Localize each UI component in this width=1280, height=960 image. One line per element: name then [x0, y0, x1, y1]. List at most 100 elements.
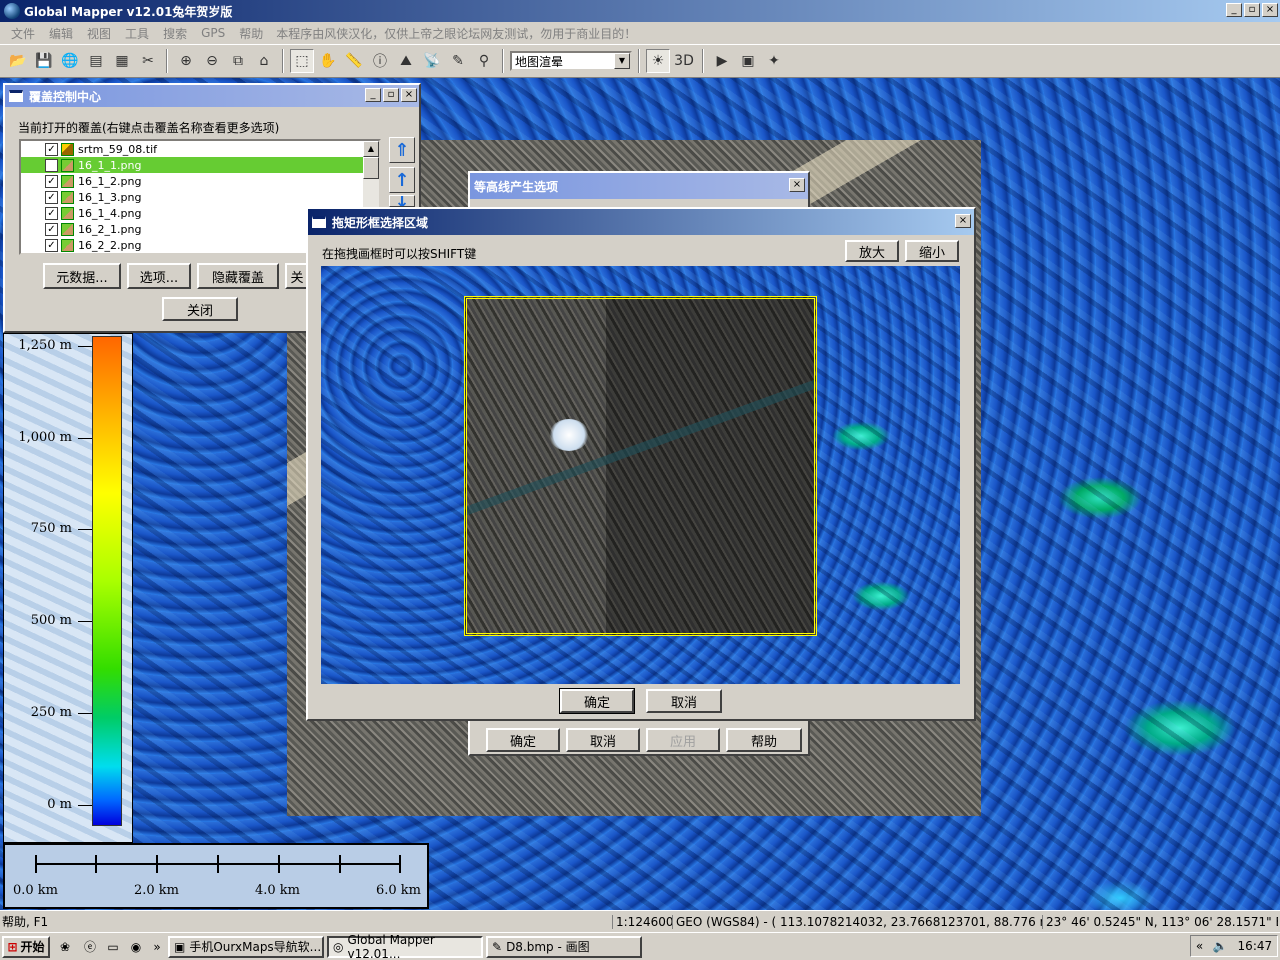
checkbox[interactable]: ✓ — [45, 142, 58, 156]
save-icon[interactable]: 💾 — [32, 49, 56, 73]
menu-search[interactable]: 搜索 — [156, 25, 194, 42]
selection-rectangle[interactable] — [464, 296, 817, 636]
shader-icon[interactable]: ☀ — [646, 49, 670, 73]
task-button[interactable]: ▣ 手机OurxMaps导航软... — [168, 935, 324, 958]
menu-view[interactable]: 视图 — [80, 25, 118, 42]
move-layer-down-icon[interactable]: ↓ — [389, 195, 415, 207]
layer-row[interactable]: ✓ 16_1_2.png — [21, 173, 379, 189]
start-button[interactable]: ⊞ 开始 — [2, 935, 50, 958]
config-icon[interactable]: ▦ — [110, 49, 134, 73]
start-label: 开始 — [20, 940, 45, 954]
legend-tick — [78, 438, 92, 439]
checkbox[interactable]: ✓ — [45, 238, 58, 252]
open-folder-icon[interactable]: 📂 — [6, 49, 30, 73]
scroll-up-icon[interactable]: ▲ — [363, 141, 379, 157]
legend-label: 500 m — [30, 613, 72, 628]
feature-info-icon[interactable]: ⓘ — [368, 49, 392, 73]
zoom-out-button[interactable]: 缩小 — [905, 240, 959, 262]
close-button[interactable]: × — [1262, 3, 1278, 17]
dialog-ok-button[interactable]: 确定 — [559, 688, 635, 714]
volume-icon[interactable]: 🔈 — [1213, 939, 1228, 953]
layer-row[interactable]: ✓ 16_1_1.png — [21, 157, 379, 173]
panel-close-button[interactable]: × — [401, 88, 417, 102]
panel-restore-button[interactable]: ▫ — [383, 88, 399, 102]
home-icon[interactable]: ⌂ — [252, 49, 276, 73]
contour-title-bar[interactable]: 等高线产生选项 — [470, 173, 808, 199]
overlay-control-icon[interactable]: ▤ — [84, 49, 108, 73]
contour-help-button[interactable]: 帮助 — [726, 728, 802, 752]
contour-close-button[interactable]: × — [789, 178, 805, 192]
layer-row[interactable]: ✓ srtm_59_08.tif — [21, 141, 379, 157]
scroll-thumb[interactable] — [363, 157, 379, 179]
quicklaunch-icon[interactable]: ❀ — [53, 940, 77, 954]
task-button[interactable]: ✎ D8.bmp - 画图 — [486, 935, 642, 958]
cloud-patch — [549, 419, 589, 451]
3d-view-icon[interactable]: 3D — [672, 49, 696, 73]
gps-start-icon[interactable]: ▶ — [710, 49, 734, 73]
select-tool-icon[interactable]: ⬚ — [290, 49, 314, 73]
media-icon[interactable]: ◉ — [126, 940, 146, 954]
layer-name: 16_2_2.png — [78, 238, 142, 252]
zoom-full-icon[interactable]: ⧉ — [226, 49, 250, 73]
zoom-out-icon[interactable]: ⊖ — [200, 49, 224, 73]
zoom-in-icon[interactable]: ⊕ — [174, 49, 198, 73]
checkbox[interactable]: ✓ — [45, 206, 58, 220]
desktop-icon[interactable]: ▭ — [103, 940, 123, 954]
menu-help[interactable]: 帮助 — [232, 25, 270, 42]
dialog-close-button[interactable]: × — [955, 214, 971, 228]
menu-gps[interactable]: GPS — [194, 26, 232, 40]
zoom-in-button[interactable]: 放大 — [845, 240, 899, 262]
panel-minimize-button[interactable]: _ — [365, 88, 381, 102]
dialog-cancel-button[interactable]: 取消 — [646, 689, 722, 713]
contour-ok-button[interactable]: 确定 — [486, 728, 560, 752]
tools-icon[interactable]: ✂ — [136, 49, 160, 73]
measure-icon[interactable]: 📏 — [342, 49, 366, 73]
area-preview-map[interactable] — [321, 266, 960, 684]
hide-overlay-button[interactable]: 隐藏覆盖 — [197, 263, 279, 289]
toolbar: 📂 💾 🌐 ▤ ▦ ✂ ⊕ ⊖ ⧉ ⌂ ⬚ ✋ 📏 ⓘ ⛰ 📡 ✎ ⚲ 地图渲晕… — [0, 44, 1280, 78]
binoculars-icon[interactable]: ⚲ — [472, 49, 496, 73]
scale-tick — [278, 855, 280, 873]
move-layer-up-icon[interactable]: ↑ — [389, 167, 415, 193]
ie-icon[interactable]: ⓔ — [80, 938, 100, 955]
shift-hint: 在拖拽画框时可以按SHIFT键 — [322, 247, 477, 261]
menu-edit[interactable]: 编辑 — [42, 25, 80, 42]
panel-close-action-button[interactable]: 关闭 — [162, 297, 238, 321]
options-button[interactable]: 选项... — [127, 263, 191, 289]
scale-label: 6.0 km — [376, 883, 422, 898]
gps-device-icon[interactable]: ▣ — [736, 49, 760, 73]
quicklaunch-more-icon[interactable]: » — [149, 940, 165, 954]
menu-file[interactable]: 文件 — [4, 25, 42, 42]
legend-label: 750 m — [30, 521, 72, 536]
layer-name: 16_1_3.png — [78, 190, 142, 204]
pan-hand-icon[interactable]: ✋ — [316, 49, 340, 73]
menu-tools[interactable]: 工具 — [118, 25, 156, 42]
layer-row[interactable]: ✓ 16_1_3.png — [21, 189, 379, 205]
metadata-button[interactable]: 元数据... — [43, 263, 121, 289]
render-mode-select[interactable]: 地图渲晕 ▼ — [510, 51, 632, 71]
task-button-active[interactable]: ◎ Global Mapper v12.01... — [327, 933, 483, 960]
checkbox[interactable]: ✓ — [45, 190, 58, 204]
contour-cancel-button[interactable]: 取消 — [566, 728, 640, 752]
digitizer-icon[interactable]: ✎ — [446, 49, 470, 73]
checkbox[interactable]: ✓ — [45, 158, 58, 172]
chevron-down-icon[interactable]: ▼ — [614, 53, 630, 69]
status-help: 帮助, F1 — [2, 915, 49, 929]
scale-tick — [399, 855, 401, 873]
checkbox[interactable]: ✓ — [45, 222, 58, 236]
image-layer-icon — [61, 190, 74, 204]
globe-data-icon[interactable]: 🌐 — [58, 49, 82, 73]
restore-button[interactable]: ▫ — [1244, 3, 1260, 17]
tray-expand-icon[interactable]: « — [1196, 939, 1203, 953]
minimize-button[interactable]: _ — [1226, 3, 1242, 17]
panel-title-bar[interactable]: 覆盖控制中心 — [5, 85, 419, 107]
checkbox[interactable]: ✓ — [45, 174, 58, 188]
path-profile-icon[interactable]: ⛰ — [394, 49, 418, 73]
contour-apply-button[interactable]: 应用 — [646, 728, 720, 752]
move-layer-top-icon[interactable]: ⇑ — [389, 137, 415, 163]
task-icon: ✎ — [492, 939, 503, 954]
gps-track-icon[interactable]: ✦ — [762, 49, 786, 73]
image-layer-icon — [61, 174, 74, 188]
dialog-title-bar[interactable]: 拖矩形框选择区域 — [308, 209, 974, 235]
view-shed-icon[interactable]: 📡 — [420, 49, 444, 73]
